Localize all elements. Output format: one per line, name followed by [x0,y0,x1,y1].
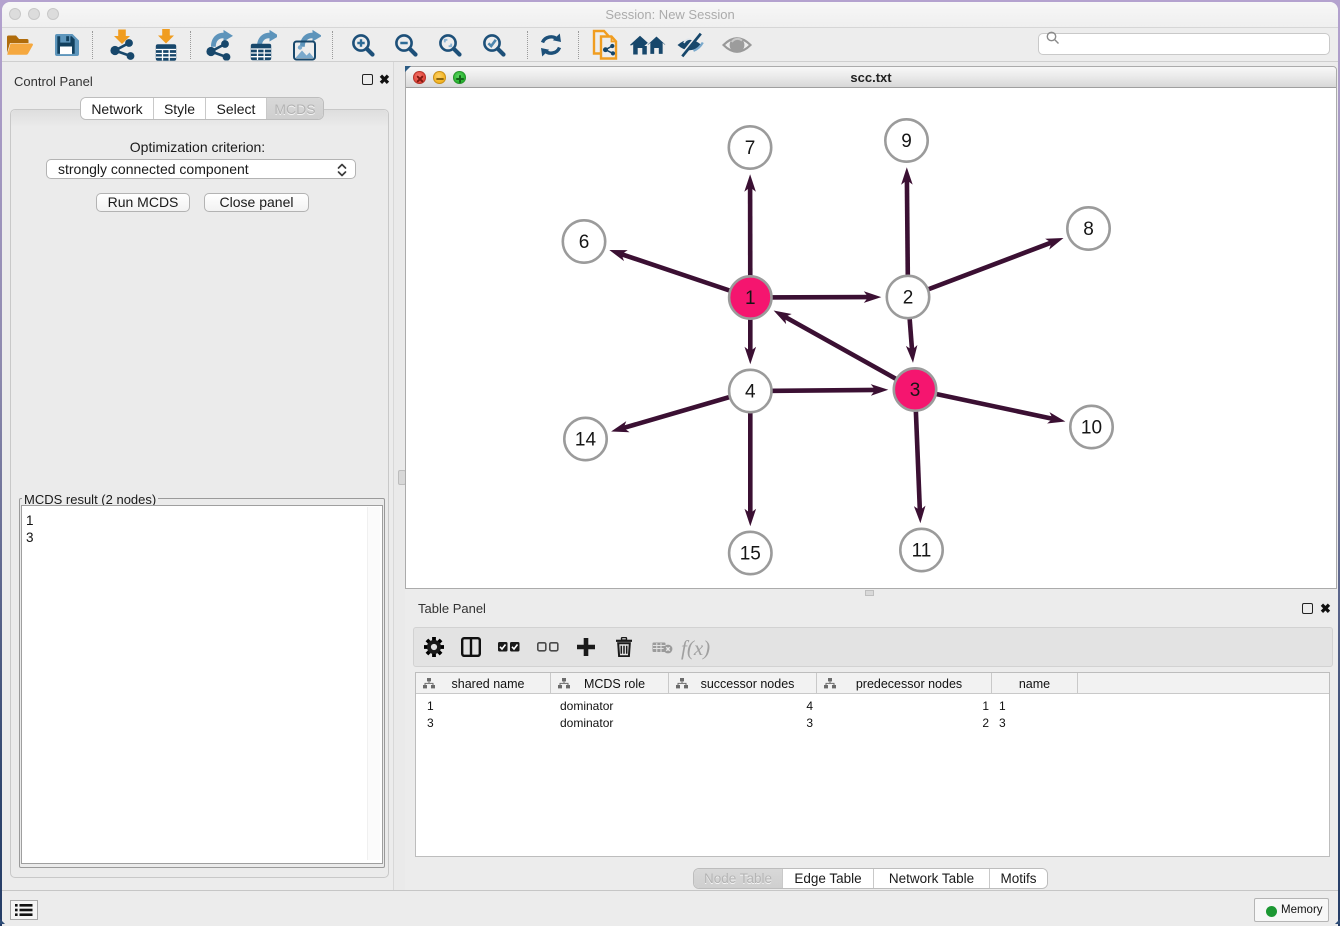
svg-text:11: 11 [912,541,932,562]
svg-text:4: 4 [745,382,756,403]
svg-text:3: 3 [910,380,921,401]
svg-text:8: 8 [1083,219,1094,240]
svg-text:6: 6 [579,232,590,253]
svg-text:2: 2 [903,288,914,309]
svg-text:14: 14 [575,430,597,451]
svg-text:7: 7 [745,138,756,159]
svg-text:15: 15 [740,544,761,565]
svg-text:1: 1 [745,288,756,309]
svg-text:10: 10 [1081,418,1102,439]
svg-text:9: 9 [901,131,912,152]
